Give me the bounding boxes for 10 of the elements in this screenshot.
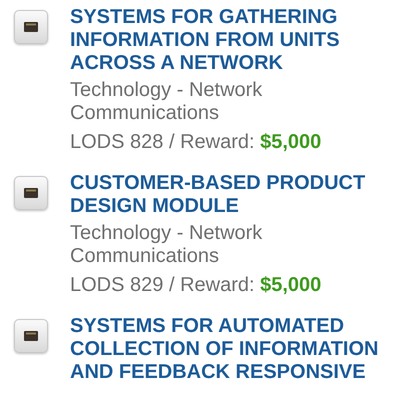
listing-title[interactable]: SYSTEMS FOR GATHERING INFORMATION FROM UNITS ACROSS A NETWORK	[70, 6, 396, 75]
ethernet-port-icon	[14, 176, 48, 210]
listing-reference: LODS 829 / Reward: $5,000	[70, 274, 322, 297]
listing-title[interactable]: SYSTEMS FOR AUTOMATED COLLECTION OF INFORMATION AND FEEDBACK RESPONSIVE	[70, 315, 396, 384]
ethernet-port-icon	[14, 319, 48, 353]
listing-title[interactable]: CUSTOMER-BASED PRODUCT DESIGN MODULE	[70, 172, 396, 218]
listing-category: Technology - Network Communications	[70, 222, 264, 268]
listing-reference: LODS 828 / Reward: $5,000	[70, 131, 322, 154]
listing-category: Technology - Network Communications	[70, 79, 264, 125]
ethernet-port-icon	[14, 10, 48, 44]
